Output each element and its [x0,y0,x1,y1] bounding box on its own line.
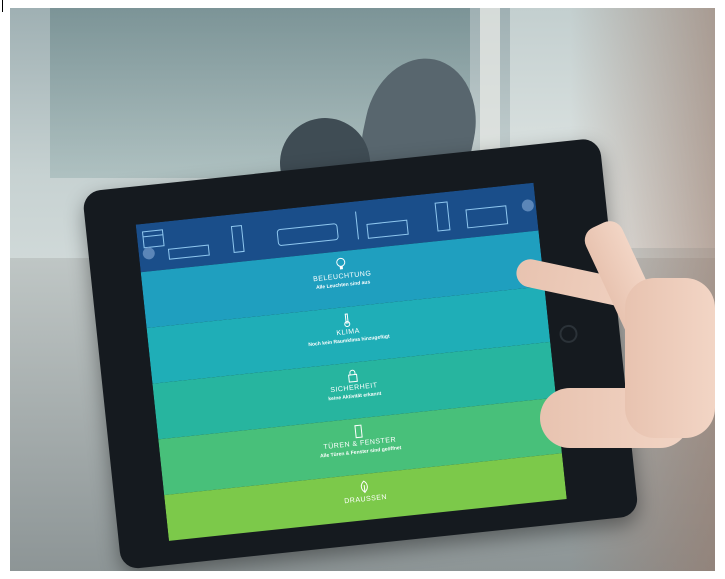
lock-icon [348,369,358,383]
thermometer-icon [344,313,351,327]
photo: BELEUCHTUNG Alle Leuchten sind aus KLIMA… [10,8,715,571]
palm [625,278,715,438]
tablet-screen: BELEUCHTUNG Alle Leuchten sind aus KLIMA… [135,182,567,541]
bulb-icon [336,257,346,270]
hand [513,216,715,478]
door-icon [354,424,363,439]
leaf-icon [360,480,368,494]
corner-mark [2,0,3,12]
